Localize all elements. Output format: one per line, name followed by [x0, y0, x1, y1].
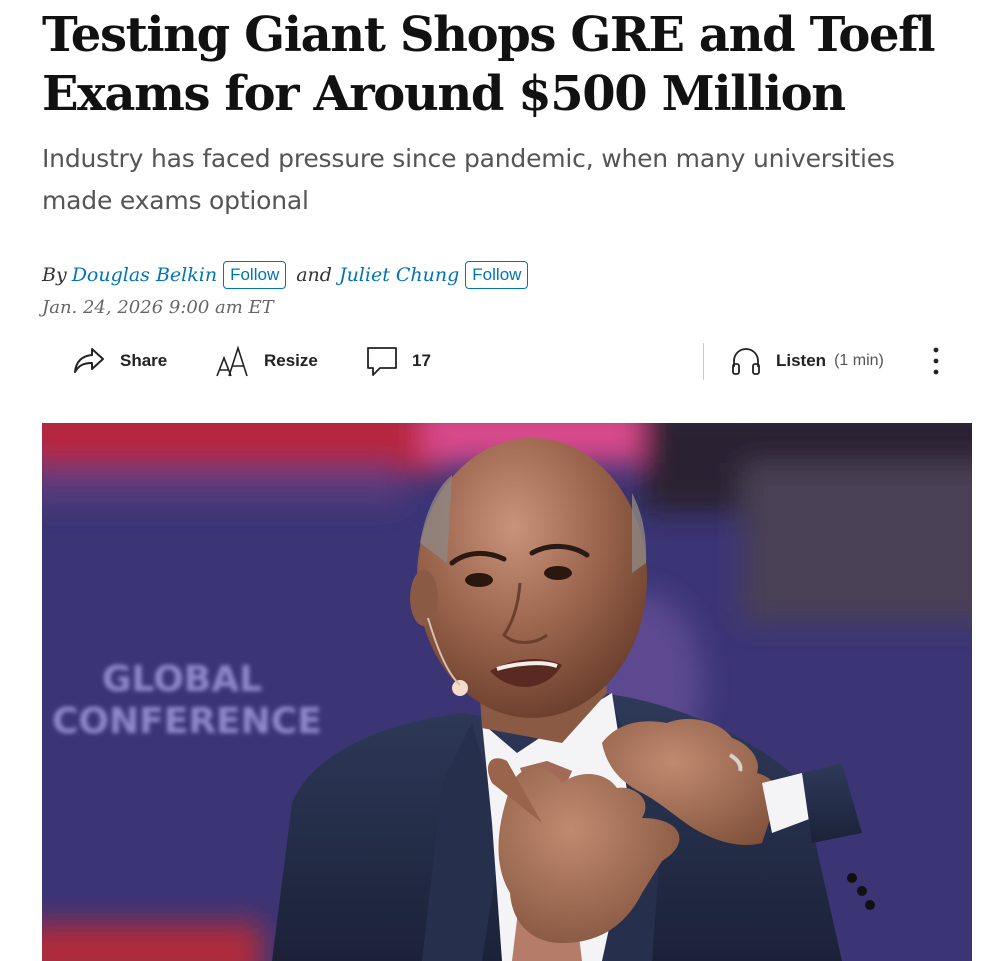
toolbar-divider — [703, 343, 704, 380]
share-label: Share — [120, 351, 168, 370]
follow-button-douglas-belkin[interactable]: Follow — [223, 261, 287, 289]
author-link-douglas-belkin[interactable]: Douglas Belkin — [72, 264, 217, 286]
hero-image: GLOBAL CONFERENCE — [42, 423, 972, 961]
resize-button[interactable]: Resize — [214, 343, 318, 379]
article-timestamp: Jan. 24, 2026 9:00 am ET — [42, 297, 274, 318]
comments-count: 17 — [412, 351, 431, 370]
headphones-icon — [730, 345, 762, 377]
article-dek: Industry has faced pressure since pandem… — [42, 144, 895, 215]
comments-button[interactable]: 17 — [366, 343, 431, 379]
share-arrow-icon — [72, 346, 106, 376]
text-resize-icon — [214, 344, 250, 378]
author-link-juliet-chung[interactable]: Juliet Chung — [339, 264, 459, 286]
follow-button-juliet-chung[interactable]: Follow — [465, 261, 529, 289]
vertical-ellipsis-icon — [926, 343, 946, 379]
article-headline: Testing Giant Shops GRE and Toefl Exams … — [42, 7, 936, 122]
share-button[interactable]: Share — [72, 343, 167, 379]
resize-label: Resize — [264, 351, 318, 370]
listen-button[interactable]: Listen (1 min) — [730, 343, 884, 379]
byline: By Douglas Belkin Follow and Juliet Chun… — [42, 259, 529, 291]
listen-label: Listen — [776, 351, 827, 370]
byline-conjunction: and — [296, 264, 332, 286]
listen-duration: (1 min) — [834, 352, 884, 369]
comment-bubble-icon — [366, 345, 398, 377]
more-options-button[interactable] — [926, 343, 946, 379]
byline-by: By — [42, 264, 67, 286]
